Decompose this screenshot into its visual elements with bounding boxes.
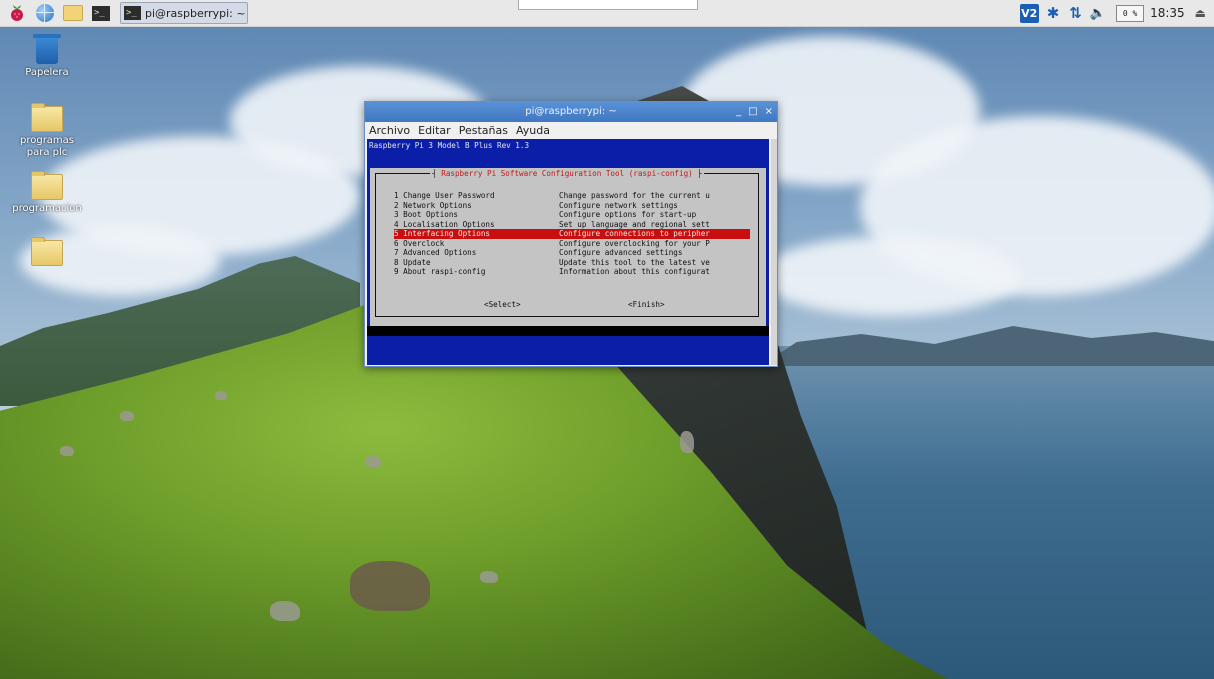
desktop-icon-programacion[interactable]: programacion	[12, 171, 82, 215]
volume-icon[interactable]: 🔈	[1090, 6, 1106, 21]
window-titlebar[interactable]: pi@raspberrypi: ~ _ □ ×	[365, 102, 777, 122]
rock	[120, 411, 134, 421]
desktop-icon-label: Papelera	[25, 67, 69, 78]
dialog-buttons: <Select> <Finish>	[376, 300, 760, 310]
file-manager-icon[interactable]	[62, 3, 84, 23]
terminal-launcher-icon[interactable]: >_	[90, 3, 112, 23]
select-button[interactable]: <Select>	[484, 300, 521, 309]
cloud	[760, 236, 1020, 316]
terminal-icon: >_	[124, 6, 141, 20]
terminal-window[interactable]: pi@raspberrypi: ~ _ □ × Archivo Editar P…	[364, 101, 778, 367]
vnc-icon[interactable]: V2	[1019, 3, 1039, 23]
taskbar-window-button[interactable]: >_ pi@raspberrypi: ~	[120, 2, 248, 24]
rock	[270, 601, 300, 621]
desktop-icon-label: programacion	[12, 203, 82, 214]
folder-icon	[31, 171, 63, 200]
finish-button[interactable]: <Finish>	[628, 300, 665, 309]
menu-archivo[interactable]: Archivo	[369, 124, 410, 137]
minimize-icon[interactable]: _	[736, 102, 741, 122]
dialog-frame: ┤ Raspberry Pi Software Configuration To…	[375, 169, 760, 317]
menu-option-network-options[interactable]: 2 Network Options Configure network setti…	[394, 201, 750, 211]
taskbar: >_ >_ pi@raspberrypi: ~ V2 ✱ ⇅ 🔈 0 % 18:…	[0, 0, 1214, 27]
menu-option-interfacing-options[interactable]: 5 Interfacing Options Configure connectio…	[394, 229, 750, 239]
window-title: pi@raspberrypi: ~	[525, 106, 617, 117]
cpu-monitor: 0 %	[1116, 4, 1145, 22]
menu-option-localisation-options[interactable]: 4 Localisation Options Set up language an…	[394, 220, 750, 230]
desktop-icon-programas-para-plc[interactable]: programas para plc	[12, 103, 82, 159]
maximize-icon[interactable]: □	[748, 102, 757, 122]
taskbar-window-label: pi@raspberrypi: ~	[145, 6, 246, 20]
close-icon[interactable]: ×	[765, 102, 773, 122]
terminal-scrollbar[interactable]	[771, 139, 777, 365]
network-icon[interactable]: ⇅	[1069, 4, 1082, 22]
raspi-config-dialog: ┤ Raspberry Pi Software Configuration To…	[370, 168, 766, 326]
menu-option-change-user-password[interactable]: 1 Change User Password Change password fo…	[394, 191, 750, 201]
system-tray: V2 ✱ ⇅ 🔈 0 % 18:35 ⏏	[1019, 0, 1214, 26]
raspberry-menu-icon[interactable]	[6, 3, 28, 23]
menu-editar[interactable]: Editar	[418, 124, 451, 137]
rock	[365, 456, 381, 467]
tooltip-box	[518, 0, 698, 10]
dialog-title: ┤ Raspberry Pi Software Configuration To…	[430, 169, 704, 178]
menu-pestanas[interactable]: Pestañas	[459, 124, 508, 137]
menu-option-about[interactable]: 9 About raspi-config Information about th…	[394, 267, 750, 277]
menu-ayuda[interactable]: Ayuda	[516, 124, 550, 137]
trash-icon	[33, 34, 61, 64]
rock	[60, 446, 74, 456]
menu-option-advanced-options[interactable]: 7 Advanced Options Configure advanced set…	[394, 248, 750, 258]
web-browser-icon[interactable]	[34, 3, 56, 23]
desktop-icon-label: programas para plc	[19, 135, 75, 158]
rock	[480, 571, 498, 583]
desktop-icon-trash[interactable]: Papelera	[12, 34, 82, 79]
rock	[350, 561, 430, 611]
menu-list: 1 Change User Password Change password fo…	[394, 191, 750, 277]
distant-hills	[760, 326, 1214, 366]
folder-icon	[31, 103, 63, 132]
menu-option-boot-options[interactable]: 3 Boot Options Configure options for star…	[394, 210, 750, 220]
clock[interactable]: 18:35	[1150, 6, 1185, 20]
menu-option-overclock[interactable]: 6 Overclock Configure overclocking for yo…	[394, 239, 750, 249]
eject-icon[interactable]: ⏏	[1195, 6, 1206, 20]
rock	[215, 391, 227, 400]
dialog-shadow	[367, 326, 769, 336]
terminal-screen[interactable]: Raspberry Pi 3 Model B Plus Rev 1.3 ┤ Ra…	[367, 139, 769, 365]
bluetooth-icon[interactable]: ✱	[1047, 4, 1060, 22]
rock	[680, 431, 694, 453]
folder-icon	[31, 237, 63, 266]
window-menubar: Archivo Editar Pestañas Ayuda	[365, 122, 777, 138]
terminal-header-line: Raspberry Pi 3 Model B Plus Rev 1.3	[369, 141, 530, 150]
desktop-icon-folder[interactable]	[12, 237, 82, 269]
menu-option-update[interactable]: 8 Update Update this tool to the latest v…	[394, 258, 750, 268]
